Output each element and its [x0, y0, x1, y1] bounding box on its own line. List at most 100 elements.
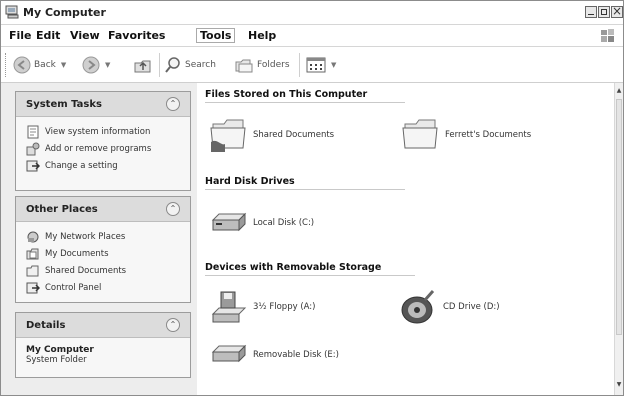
system-tasks-title: System Tasks: [26, 99, 102, 110]
place-label: My Documents: [45, 248, 109, 259]
details-item-name: My Computer: [26, 345, 94, 355]
computer-icon: [5, 5, 21, 19]
back-button[interactable]: Back ▼: [13, 55, 66, 75]
task-label: Change a setting: [45, 160, 118, 171]
place-my-network-places[interactable]: My Network Places: [26, 228, 190, 245]
task-add-remove-programs[interactable]: Add or remove programs: [26, 140, 190, 157]
item-cd-drive-d[interactable]: CD Drive (D:): [397, 287, 500, 327]
item-label: CD Drive (D:): [443, 302, 500, 312]
shared-folder-icon: [207, 115, 251, 155]
network-places-icon: [26, 230, 40, 244]
views-button[interactable]: ▼: [306, 55, 336, 75]
details-item-type: System Folder: [26, 355, 87, 365]
scroll-thumb[interactable]: [616, 99, 622, 335]
folder-icon: [399, 115, 443, 155]
chevron-down-icon: ▼: [105, 61, 111, 69]
details-title: Details: [26, 320, 66, 331]
folders-button[interactable]: Folders: [234, 55, 290, 75]
toolbar-separator: [299, 53, 300, 77]
windows-logo-icon: [599, 27, 617, 45]
scroll-down-icon[interactable]: ▼: [615, 381, 623, 391]
task-pane: System Tasks ⌃ View system information A…: [1, 83, 197, 395]
item-floppy-a[interactable]: 3½ Floppy (A:): [207, 287, 315, 327]
menu-file[interactable]: File: [9, 29, 32, 42]
section-divider: [205, 102, 405, 103]
folders-icon: [234, 56, 254, 74]
menu-bar: File Edit View Favorites Tools Help: [1, 25, 623, 47]
search-icon: [164, 56, 182, 74]
collapse-icon[interactable]: ⌃: [166, 97, 180, 111]
explorer-window: My Computer File Edit View Favorites Too…: [0, 0, 624, 396]
menu-favorites[interactable]: Favorites: [108, 29, 165, 42]
search-label: Search: [185, 60, 216, 70]
place-label: Control Panel: [45, 282, 102, 293]
item-removable-disk-e[interactable]: Removable Disk (E:): [207, 335, 339, 375]
search-button[interactable]: Search: [164, 55, 216, 75]
item-local-disk-c[interactable]: Local Disk (C:): [207, 203, 314, 243]
item-shared-documents[interactable]: Shared Documents: [207, 115, 334, 155]
folder-icon: [26, 264, 40, 278]
collapse-icon[interactable]: ⌃: [166, 318, 180, 332]
control-panel-icon: [26, 159, 40, 173]
task-change-setting[interactable]: Change a setting: [26, 157, 190, 174]
chevron-down-icon: ▼: [60, 61, 67, 69]
item-label: Shared Documents: [253, 130, 335, 140]
section-divider: [205, 275, 415, 276]
other-places-panel: Other Places ⌃ My Network Places My Docu…: [15, 196, 191, 303]
views-icon: [306, 56, 326, 74]
back-label: Back: [34, 60, 56, 70]
other-places-title: Other Places: [26, 204, 98, 215]
hard-disk-icon: [207, 203, 251, 243]
title-bar: My Computer: [1, 1, 623, 25]
details-header[interactable]: Details ⌃: [16, 313, 190, 338]
floppy-drive-icon: [207, 287, 251, 327]
maximize-button[interactable]: [598, 6, 610, 18]
task-label: View system information: [45, 126, 151, 137]
place-label: My Network Places: [45, 231, 126, 242]
item-label: Local Disk (C:): [253, 218, 315, 228]
details-panel: Details ⌃ My Computer System Folder: [15, 312, 191, 378]
menu-help[interactable]: Help: [248, 29, 276, 42]
scroll-up-icon[interactable]: ▲: [615, 87, 623, 97]
window-controls: [585, 4, 623, 18]
system-info-icon: [26, 125, 40, 139]
close-button[interactable]: [611, 4, 623, 18]
toolbar-separator: [159, 53, 160, 77]
place-my-documents[interactable]: My Documents: [26, 245, 190, 262]
menu-view[interactable]: View: [70, 29, 100, 42]
window-title: My Computer: [23, 6, 106, 19]
section-divider: [205, 189, 405, 190]
section-removable-storage: Devices with Removable Storage: [205, 262, 382, 273]
item-label: Removable Disk (E:): [253, 350, 339, 360]
place-shared-documents[interactable]: Shared Documents: [26, 262, 190, 279]
menu-edit[interactable]: Edit: [36, 29, 60, 42]
toolbar-grip[interactable]: [5, 53, 8, 77]
item-label: 3½ Floppy (A:): [253, 302, 316, 312]
place-control-panel[interactable]: Control Panel: [26, 279, 190, 296]
item-ferretts-documents[interactable]: Ferrett's Documents: [399, 115, 531, 155]
add-remove-programs-icon: [26, 142, 40, 156]
cd-drive-icon: [397, 287, 441, 327]
task-view-system-info[interactable]: View system information: [26, 123, 190, 140]
minimize-button[interactable]: [585, 6, 597, 18]
up-folder-button[interactable]: [133, 55, 153, 75]
control-panel-icon: [26, 281, 40, 295]
vertical-scrollbar[interactable]: ▲ ▼: [614, 83, 623, 395]
content-pane: Files Stored on This Computer Shared Doc…: [197, 83, 615, 395]
chevron-down-icon: ▼: [331, 61, 337, 69]
system-tasks-panel: System Tasks ⌃ View system information A…: [15, 91, 191, 191]
back-arrow-icon: [13, 56, 31, 74]
forward-arrow-icon: [82, 56, 100, 74]
section-hard-disk-drives: Hard Disk Drives: [205, 176, 295, 187]
menu-tools[interactable]: Tools: [196, 28, 236, 43]
section-files-stored: Files Stored on This Computer: [205, 89, 368, 100]
other-places-header[interactable]: Other Places ⌃: [16, 197, 190, 222]
item-label: Ferrett's Documents: [445, 130, 532, 140]
forward-button[interactable]: ▼: [82, 55, 110, 75]
documents-folder-icon: [26, 247, 40, 261]
system-tasks-header[interactable]: System Tasks ⌃: [16, 92, 190, 117]
removable-disk-icon: [207, 335, 251, 375]
collapse-icon[interactable]: ⌃: [166, 202, 180, 216]
task-label: Add or remove programs: [45, 143, 152, 154]
toolbar: Back ▼ ▼ Search Folders ▼: [1, 47, 623, 83]
